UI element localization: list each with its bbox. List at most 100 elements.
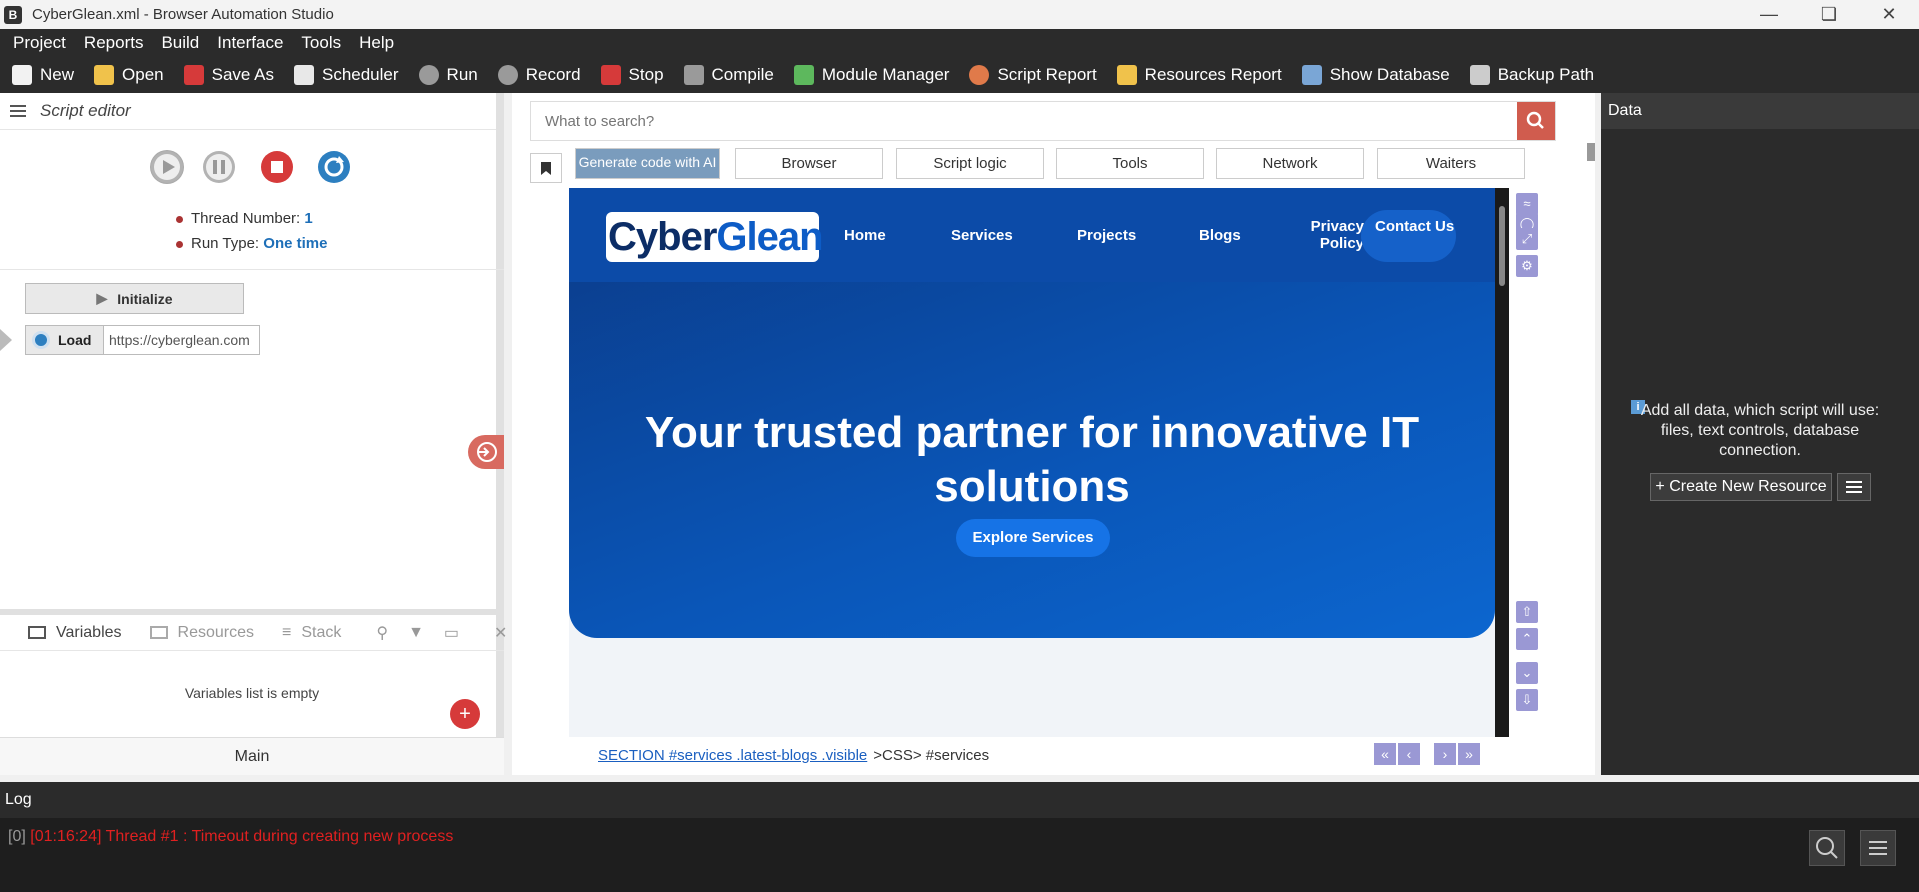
play-button[interactable]: [150, 150, 184, 184]
browser-view[interactable]: CyberGlean Home Services Projects Blogs …: [569, 188, 1509, 737]
last-element-icon[interactable]: »: [1458, 743, 1480, 765]
menu-tools[interactable]: Tools: [301, 33, 341, 53]
contact-us-button[interactable]: Contact Us: [1361, 210, 1456, 262]
create-new-resource-button[interactable]: + Create New Resource: [1650, 473, 1832, 501]
restart-button[interactable]: [317, 150, 351, 184]
search-button[interactable]: [1517, 102, 1555, 140]
breadcrumb-link[interactable]: SECTION #services .latest-blogs .visible: [598, 747, 867, 764]
initialize-block[interactable]: ▶ Initialize: [25, 283, 244, 314]
fullscreen-icon[interactable]: ⤢: [1516, 228, 1538, 250]
explore-services-button[interactable]: Explore Services: [956, 519, 1110, 557]
log-index: [0]: [8, 828, 26, 845]
tab-script-logic[interactable]: Script logic: [896, 148, 1044, 179]
minimize-icon[interactable]: —: [1739, 0, 1799, 29]
filter-icon[interactable]: ▼: [408, 624, 424, 642]
wifi-icon[interactable]: ≈: [1516, 193, 1538, 215]
tab-waiters[interactable]: Waiters: [1377, 148, 1525, 179]
menu-interface[interactable]: Interface: [217, 33, 283, 53]
show-database-button[interactable]: Show Database: [1301, 65, 1450, 85]
search-input[interactable]: [531, 102, 1491, 140]
resources-icon: [149, 626, 168, 639]
main-tab[interactable]: Main: [0, 737, 504, 775]
scrollbar-thumb[interactable]: [1499, 206, 1505, 286]
backup-path-button[interactable]: Backup Path: [1469, 65, 1594, 85]
folder-icon[interactable]: ▭: [444, 623, 459, 643]
script-report-button[interactable]: Script Report: [969, 65, 1097, 85]
first-element-icon[interactable]: «: [1374, 743, 1396, 765]
tabs-scrollbar[interactable]: [1587, 143, 1595, 161]
load-action-block[interactable]: Load https://cyberglean.com: [25, 325, 260, 355]
compile-button[interactable]: Compile: [683, 65, 774, 85]
new-button[interactable]: New: [12, 65, 74, 85]
scroll-top-icon[interactable]: ⇧: [1516, 601, 1538, 623]
run-button[interactable]: Run: [418, 65, 478, 85]
pie-chart-icon: [969, 65, 990, 85]
add-variable-button[interactable]: +: [450, 699, 480, 729]
log-line: [0] [01:16:24] Thread #1 : Timeout durin…: [8, 828, 453, 846]
play-icon: [418, 65, 439, 85]
search-icon[interactable]: ⚲: [376, 623, 388, 643]
scroll-up-icon[interactable]: ⌃: [1516, 628, 1538, 650]
script-editor-title: Script editor: [40, 101, 131, 120]
initialize-label: Initialize: [117, 290, 173, 307]
nav-home[interactable]: Home: [844, 227, 886, 244]
stop-icon: [261, 151, 293, 183]
nav-privacy-policy[interactable]: Privacy Policy: [1284, 218, 1364, 252]
resource-menu-button[interactable]: [1837, 473, 1871, 501]
browser-scrollbar[interactable]: [1495, 188, 1509, 737]
tab-browser[interactable]: Browser: [735, 148, 883, 179]
stop-script-button[interactable]: [260, 150, 294, 184]
hero-section: CyberGlean Home Services Projects Blogs …: [569, 188, 1495, 638]
record-button[interactable]: Record: [497, 65, 581, 85]
cube-icon: [683, 65, 704, 85]
scheduler-button[interactable]: Scheduler: [293, 65, 399, 85]
menu-project[interactable]: Project: [13, 33, 66, 53]
tab-variables[interactable]: Variables: [28, 624, 122, 642]
variables-label: Variables: [56, 623, 122, 641]
stop-button[interactable]: Stop: [600, 65, 664, 85]
nav-projects[interactable]: Projects: [1077, 227, 1136, 244]
close-icon[interactable]: ✕: [494, 623, 507, 643]
next-element-icon[interactable]: ›: [1434, 743, 1456, 765]
save-as-button[interactable]: Save As: [183, 65, 274, 85]
module-manager-button[interactable]: Module Manager: [793, 65, 949, 85]
scroll-bottom-icon[interactable]: ⇩: [1516, 689, 1538, 711]
restore-icon[interactable]: ❏: [1799, 0, 1859, 29]
close-icon[interactable]: ✕: [1859, 0, 1919, 29]
save-as-label: Save As: [211, 65, 274, 84]
tab-resources[interactable]: Resources: [149, 624, 254, 642]
record-toggle-button[interactable]: [468, 435, 504, 469]
tab-network[interactable]: Network: [1216, 148, 1364, 179]
run-type: Run Type: One time: [176, 235, 327, 252]
hamburger-icon[interactable]: [10, 102, 26, 120]
hero-title: Your trusted partner for innovative IT s…: [644, 408, 1420, 511]
tab-generate-ai[interactable]: Generate code with AI: [575, 148, 720, 179]
breadcrumb: SECTION #services .latest-blogs .visible…: [598, 747, 989, 764]
new-file-icon: [12, 65, 32, 85]
site-logo[interactable]: CyberGlean: [606, 212, 824, 262]
app-icon: B: [4, 5, 22, 24]
menu-reports[interactable]: Reports: [84, 33, 144, 53]
log-menu-button[interactable]: [1860, 830, 1896, 866]
resources-report-button[interactable]: Resources Report: [1116, 65, 1282, 85]
variables-empty-text: Variables list is empty: [184, 685, 320, 701]
backup-icon: [1469, 65, 1490, 85]
center-panel: Generate code with AI Browser Script log…: [512, 93, 1595, 775]
tab-stack[interactable]: ≡ Stack: [282, 624, 341, 642]
scroll-down-icon[interactable]: ⌄: [1516, 662, 1538, 684]
log-panel: [0] [01:16:24] Thread #1 : Timeout durin…: [0, 818, 1919, 892]
stop-label: Stop: [628, 65, 664, 84]
bookmark-button[interactable]: [530, 153, 562, 183]
nav-services[interactable]: Services: [951, 227, 1013, 244]
gear-icon[interactable]: ⚙: [1516, 255, 1538, 277]
stack-icon: ≡: [282, 623, 292, 641]
nav-blogs[interactable]: Blogs: [1199, 227, 1241, 244]
record-label: Record: [525, 65, 581, 84]
pause-button[interactable]: [202, 150, 236, 184]
tab-tools[interactable]: Tools: [1056, 148, 1204, 179]
open-button[interactable]: Open: [94, 65, 164, 85]
menu-build[interactable]: Build: [161, 33, 199, 53]
menu-help[interactable]: Help: [359, 33, 394, 53]
prev-element-icon[interactable]: ‹: [1398, 743, 1420, 765]
log-search-button[interactable]: [1809, 830, 1845, 866]
